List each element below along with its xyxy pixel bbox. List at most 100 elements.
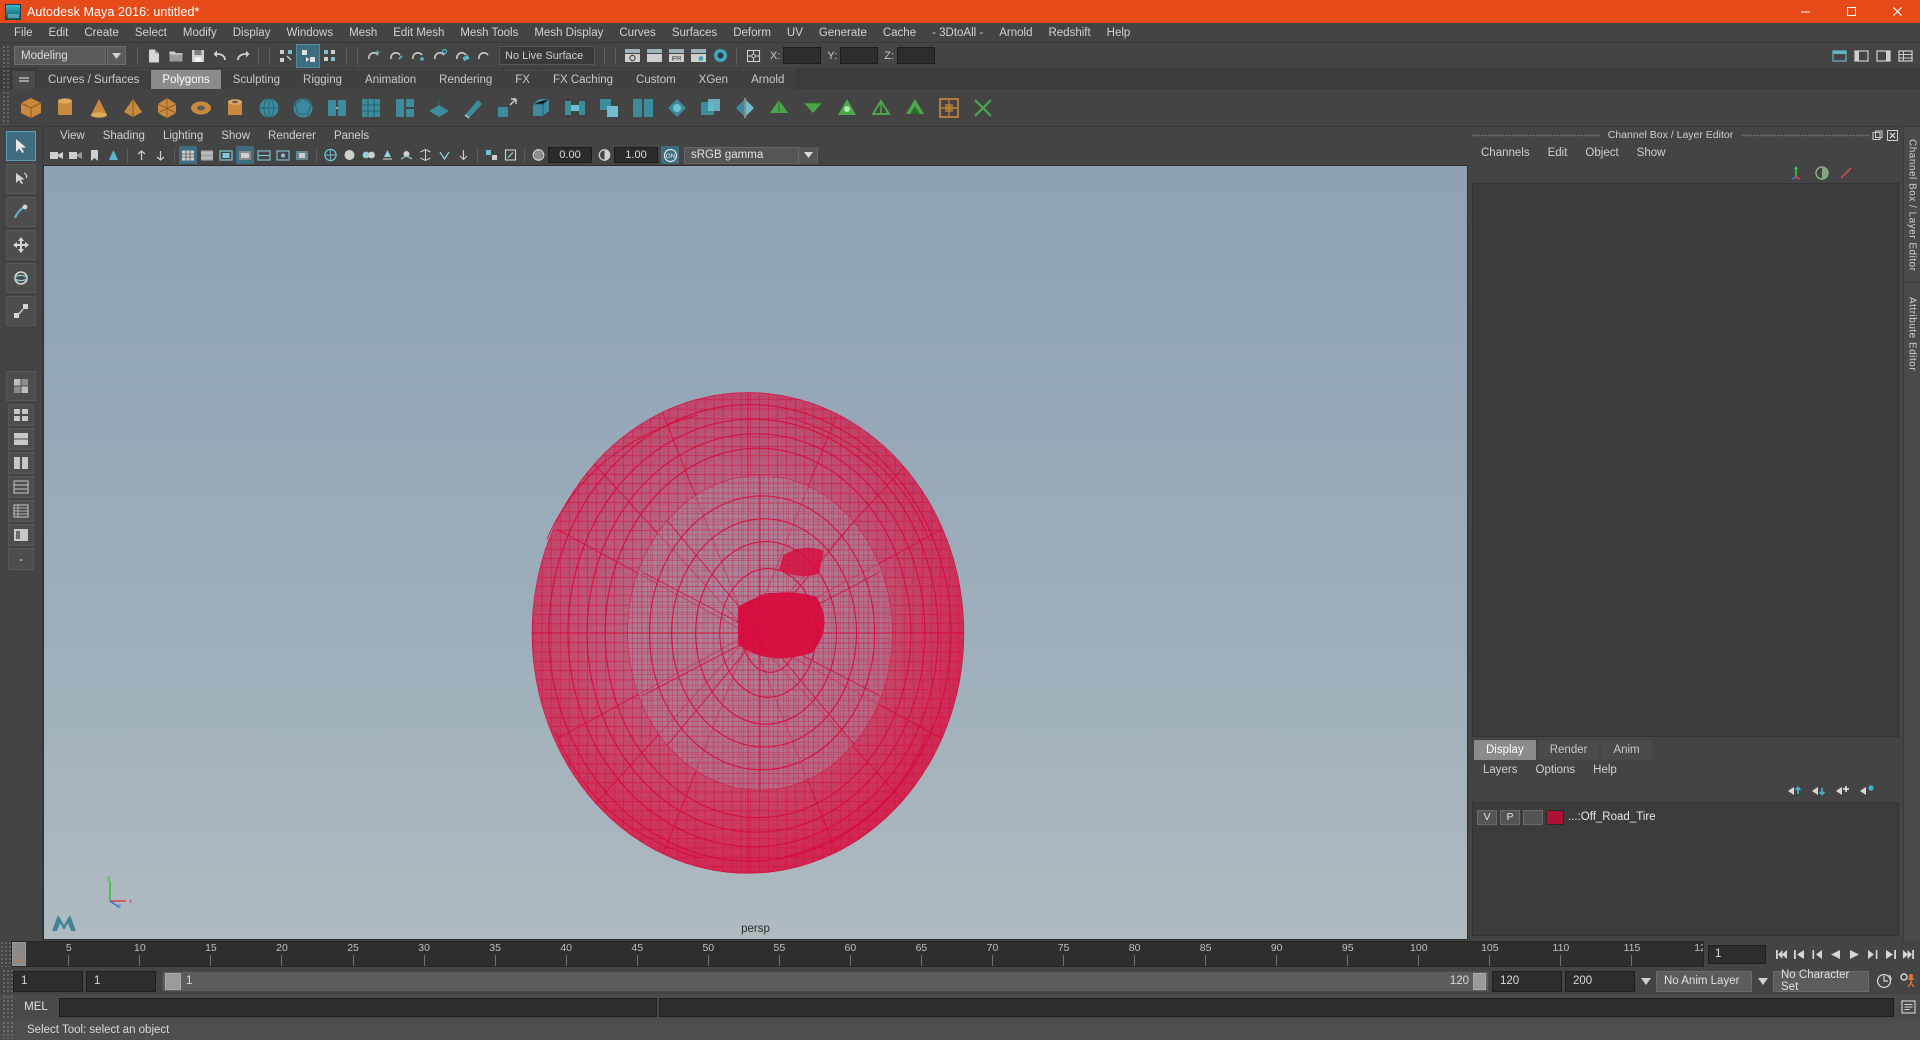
lasso-tool-button[interactable] <box>6 164 36 194</box>
viewport-menu-lighting[interactable]: Lighting <box>154 127 212 145</box>
open-scene-icon[interactable] <box>165 45 187 67</box>
step-forward-key-icon[interactable] <box>1863 945 1881 964</box>
coordinate-x-field[interactable] <box>783 47 822 64</box>
panel-drag-dots-right[interactable] <box>1741 133 1869 137</box>
toolbox-collapse-button[interactable]: - <box>8 548 34 570</box>
scale-tool-button[interactable] <box>6 296 36 326</box>
toggle-channel-box-icon[interactable] <box>1894 45 1916 67</box>
vertical-tab-channel-box[interactable]: Channel Box / Layer Editor <box>1905 131 1919 283</box>
toolbar-grip[interactable] <box>2 44 11 67</box>
gate-mask-icon[interactable] <box>236 146 254 164</box>
bevel-icon[interactable] <box>525 92 557 124</box>
shelf-tab-custom[interactable]: Custom <box>625 69 687 89</box>
play-forwards-icon[interactable] <box>1845 945 1863 964</box>
shelf-tab-xgen[interactable]: XGen <box>687 69 740 89</box>
layout-four-pane-button[interactable] <box>6 371 36 401</box>
depth-of-field-icon[interactable] <box>482 146 500 164</box>
gamma-field[interactable]: 1.00 <box>614 147 658 163</box>
perspective-viewport[interactable]: y x z persp <box>43 165 1468 940</box>
viewport-menu-panels[interactable]: Panels <box>325 127 378 145</box>
mirror-icon[interactable] <box>729 92 761 124</box>
ipr-render-icon[interactable]: IPR <box>665 45 687 67</box>
select-by-hierarchy-icon[interactable] <box>275 45 297 67</box>
layer-menu-help[interactable]: Help <box>1584 761 1626 779</box>
play-backwards-icon[interactable] <box>1827 945 1845 964</box>
animation-end-field[interactable]: 200 <box>1565 970 1635 992</box>
menu-surfaces[interactable]: Surfaces <box>664 23 725 43</box>
move-layer-up-icon[interactable] <box>1783 782 1805 800</box>
shelf-tab-animation[interactable]: Animation <box>354 69 428 89</box>
shelf-tab-sculpting[interactable]: Sculpting <box>221 69 292 89</box>
undo-icon[interactable] <box>209 45 231 67</box>
poly-helix-icon[interactable] <box>389 92 421 124</box>
gamma-icon[interactable] <box>595 146 613 164</box>
close-button[interactable] <box>1874 0 1920 23</box>
layout-two-pane-button[interactable] <box>8 428 34 450</box>
channel-box-attribute-list[interactable] <box>1472 183 1899 737</box>
select-tool-button[interactable] <box>6 131 36 161</box>
poly-soup-icon[interactable] <box>321 92 353 124</box>
texture-icon[interactable] <box>359 146 377 164</box>
tab-render[interactable]: Render <box>1537 740 1600 760</box>
resolution-gate-icon[interactable] <box>217 146 235 164</box>
anim-layer-select[interactable]: No Anim Layer <box>1656 970 1752 992</box>
show-hide-ui-icon[interactable] <box>1828 45 1850 67</box>
poly-cone-icon[interactable] <box>83 92 115 124</box>
layout-single-button[interactable] <box>8 404 34 426</box>
poly-pyramid-icon[interactable] <box>117 92 149 124</box>
snap-to-curve-icon[interactable] <box>385 45 407 67</box>
snap-to-point-icon[interactable] <box>407 45 429 67</box>
select-by-component-icon[interactable] <box>319 45 341 67</box>
menu-mesh-display[interactable]: Mesh Display <box>526 23 611 43</box>
time-slider-grip[interactable] <box>0 941 11 967</box>
cut-faces-icon[interactable] <box>967 92 999 124</box>
panel-drag-dots-left[interactable] <box>1472 133 1600 137</box>
command-line-grip[interactable] <box>2 995 13 1019</box>
channel-menu-show[interactable]: Show <box>1628 144 1675 162</box>
menu-deform[interactable]: Deform <box>725 23 779 43</box>
shelf-tab-curves-surfaces[interactable]: Curves / Surfaces <box>37 69 151 89</box>
xray-icon[interactable] <box>255 146 273 164</box>
viewport-settings-icon[interactable] <box>501 146 519 164</box>
viewport-menu-renderer[interactable]: Renderer <box>259 127 325 145</box>
menu-set-dropdown-arrow[interactable] <box>107 46 126 65</box>
separate-icon[interactable] <box>627 92 659 124</box>
two-sided-lighting-icon[interactable] <box>132 146 150 164</box>
range-handle-right[interactable] <box>1473 972 1486 990</box>
poly-green-5-icon[interactable] <box>899 92 931 124</box>
menu-mesh-tools[interactable]: Mesh Tools <box>452 23 526 43</box>
new-layer-icon[interactable] <box>1831 782 1853 800</box>
menu-display[interactable]: Display <box>225 23 279 43</box>
menu-windows[interactable]: Windows <box>278 23 341 43</box>
smooth-shade-icon[interactable] <box>321 146 339 164</box>
half-circle-icon[interactable] <box>1811 164 1833 182</box>
shelf-tab-fx[interactable]: FX <box>504 69 541 89</box>
menu-curves[interactable]: Curves <box>611 23 663 43</box>
vertical-tab-attribute-editor[interactable]: Attribute Editor <box>1906 289 1919 379</box>
range-slider-grip[interactable] <box>2 969 13 993</box>
command-result-field[interactable] <box>659 997 1894 1017</box>
render-view-icon[interactable] <box>621 45 643 67</box>
layout-outliner-button[interactable] <box>8 500 34 522</box>
step-back-key-icon[interactable] <box>1809 945 1827 964</box>
move-tool-button[interactable] <box>6 230 36 260</box>
poly-cube-icon[interactable] <box>15 92 47 124</box>
range-handle-left[interactable] <box>165 972 181 990</box>
multisample-icon[interactable] <box>454 146 472 164</box>
layer-visibility-toggle[interactable]: V <box>1477 809 1497 825</box>
menu-edit-mesh[interactable]: Edit Mesh <box>385 23 452 43</box>
animation-preferences-icon[interactable] <box>1896 970 1920 992</box>
layer-menu-options[interactable]: Options <box>1527 761 1585 779</box>
camera-attributes-icon[interactable] <box>66 146 84 164</box>
new-scene-icon[interactable] <box>143 45 165 67</box>
editor-layout-icon[interactable] <box>742 45 764 67</box>
new-layer-from-selected-icon[interactable] <box>1855 782 1877 800</box>
toggle-attribute-editor-icon[interactable] <box>1872 45 1894 67</box>
poly-sphere-teal-icon[interactable] <box>253 92 285 124</box>
go-to-start-icon[interactable] <box>1773 945 1791 964</box>
status-bar-grip[interactable] <box>2 1021 13 1039</box>
tire-wireframe-model[interactable] <box>44 166 1467 939</box>
shelf-menu-icon[interactable] <box>13 71 35 89</box>
menu-3dtoall[interactable]: - 3DtoAll - <box>924 23 991 43</box>
time-slider[interactable]: 1 5 10 15 20 25 30 35 40 45 50 55 60 65 70 75 80 85 90 95 1… <box>11 941 1704 967</box>
